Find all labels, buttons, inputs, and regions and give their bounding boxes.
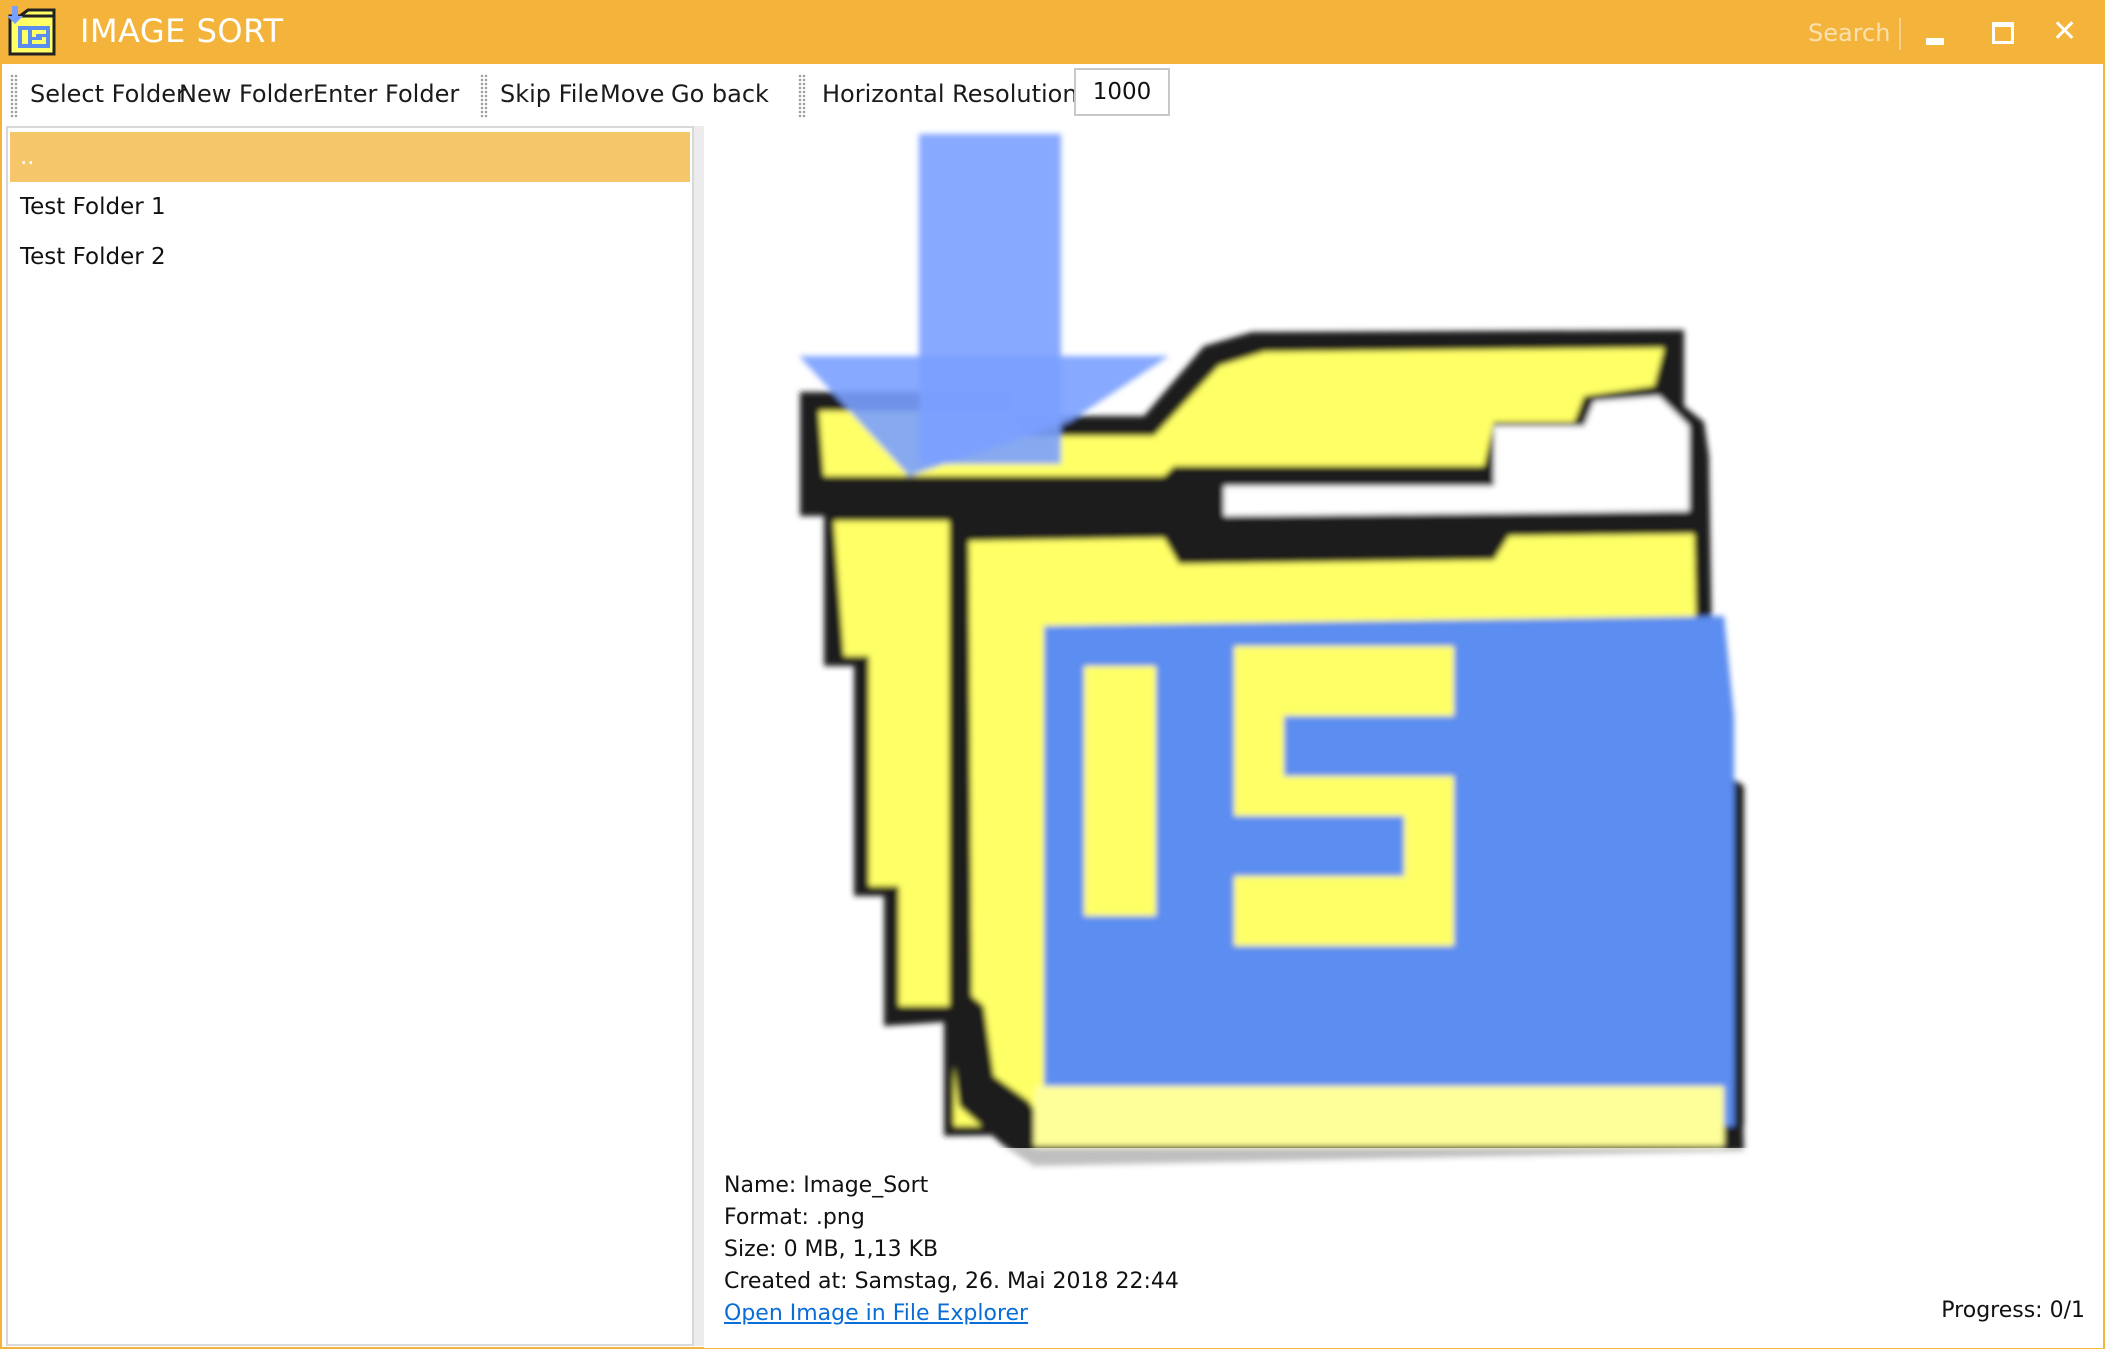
folder-item-parent[interactable]: .. bbox=[10, 132, 690, 182]
horizontal-resolution-input[interactable]: 1000 bbox=[1074, 68, 1170, 116]
minimize-button[interactable] bbox=[1909, 10, 1959, 56]
progress-label: Progress: 0/1 bbox=[1941, 1298, 2085, 1323]
window-title: IMAGE SORT bbox=[80, 12, 284, 50]
select-folder-button[interactable]: Select Folder bbox=[30, 80, 186, 108]
title-bar[interactable]: IMAGE SORT Search ✕ bbox=[2, 2, 2103, 64]
minimize-icon bbox=[1926, 38, 1944, 45]
close-icon: ✕ bbox=[2052, 14, 2078, 49]
go-back-button[interactable]: Go back bbox=[671, 80, 769, 108]
title-separator bbox=[1899, 18, 1901, 50]
folder-item-test-folder-2[interactable]: Test Folder 2 bbox=[10, 232, 690, 282]
image-name: Name: Image_Sort bbox=[724, 1173, 929, 1198]
resolution-label: Horizontal Resolution: bbox=[822, 80, 1086, 108]
folder-list[interactable]: .. Test Folder 1 Test Folder 2 bbox=[6, 126, 694, 1346]
toolbar-grip-handle[interactable] bbox=[10, 74, 18, 118]
image-info: Name: Image_Sort Format: .png Size: 0 MB… bbox=[724, 1170, 1179, 1330]
enter-folder-button[interactable]: Enter Folder bbox=[313, 80, 459, 108]
image-created: Created at: Samstag, 26. Mai 2018 22:44 bbox=[724, 1269, 1179, 1294]
app-logo-icon bbox=[7, 6, 56, 56]
toolbar: Select Folder New Folder Enter Folder Sk… bbox=[2, 64, 2103, 126]
maximize-button[interactable] bbox=[1976, 10, 2026, 56]
image-size: Size: 0 MB, 1,13 KB bbox=[724, 1237, 939, 1262]
skip-file-button[interactable]: Skip File bbox=[500, 80, 599, 108]
toolbar-grip-handle[interactable] bbox=[798, 74, 806, 118]
panel-splitter[interactable] bbox=[694, 126, 704, 1346]
image-format: Format: .png bbox=[724, 1205, 865, 1230]
folder-item-test-folder-1[interactable]: Test Folder 1 bbox=[10, 182, 690, 232]
open-in-explorer-link[interactable]: Open Image in File Explorer bbox=[724, 1298, 1179, 1330]
move-button[interactable]: Move bbox=[600, 80, 664, 108]
close-button[interactable]: ✕ bbox=[2044, 10, 2094, 56]
new-folder-button[interactable]: New Folder bbox=[179, 80, 313, 108]
toolbar-grip-handle[interactable] bbox=[480, 74, 488, 118]
app-window: IMAGE SORT Search ✕ Select Folder New Fo… bbox=[0, 0, 2105, 1349]
title-search-button[interactable]: Search bbox=[1808, 19, 1890, 47]
image-preview: Name: Image_Sort Format: .png Size: 0 MB… bbox=[704, 126, 2103, 1348]
maximize-icon bbox=[1992, 22, 2014, 44]
